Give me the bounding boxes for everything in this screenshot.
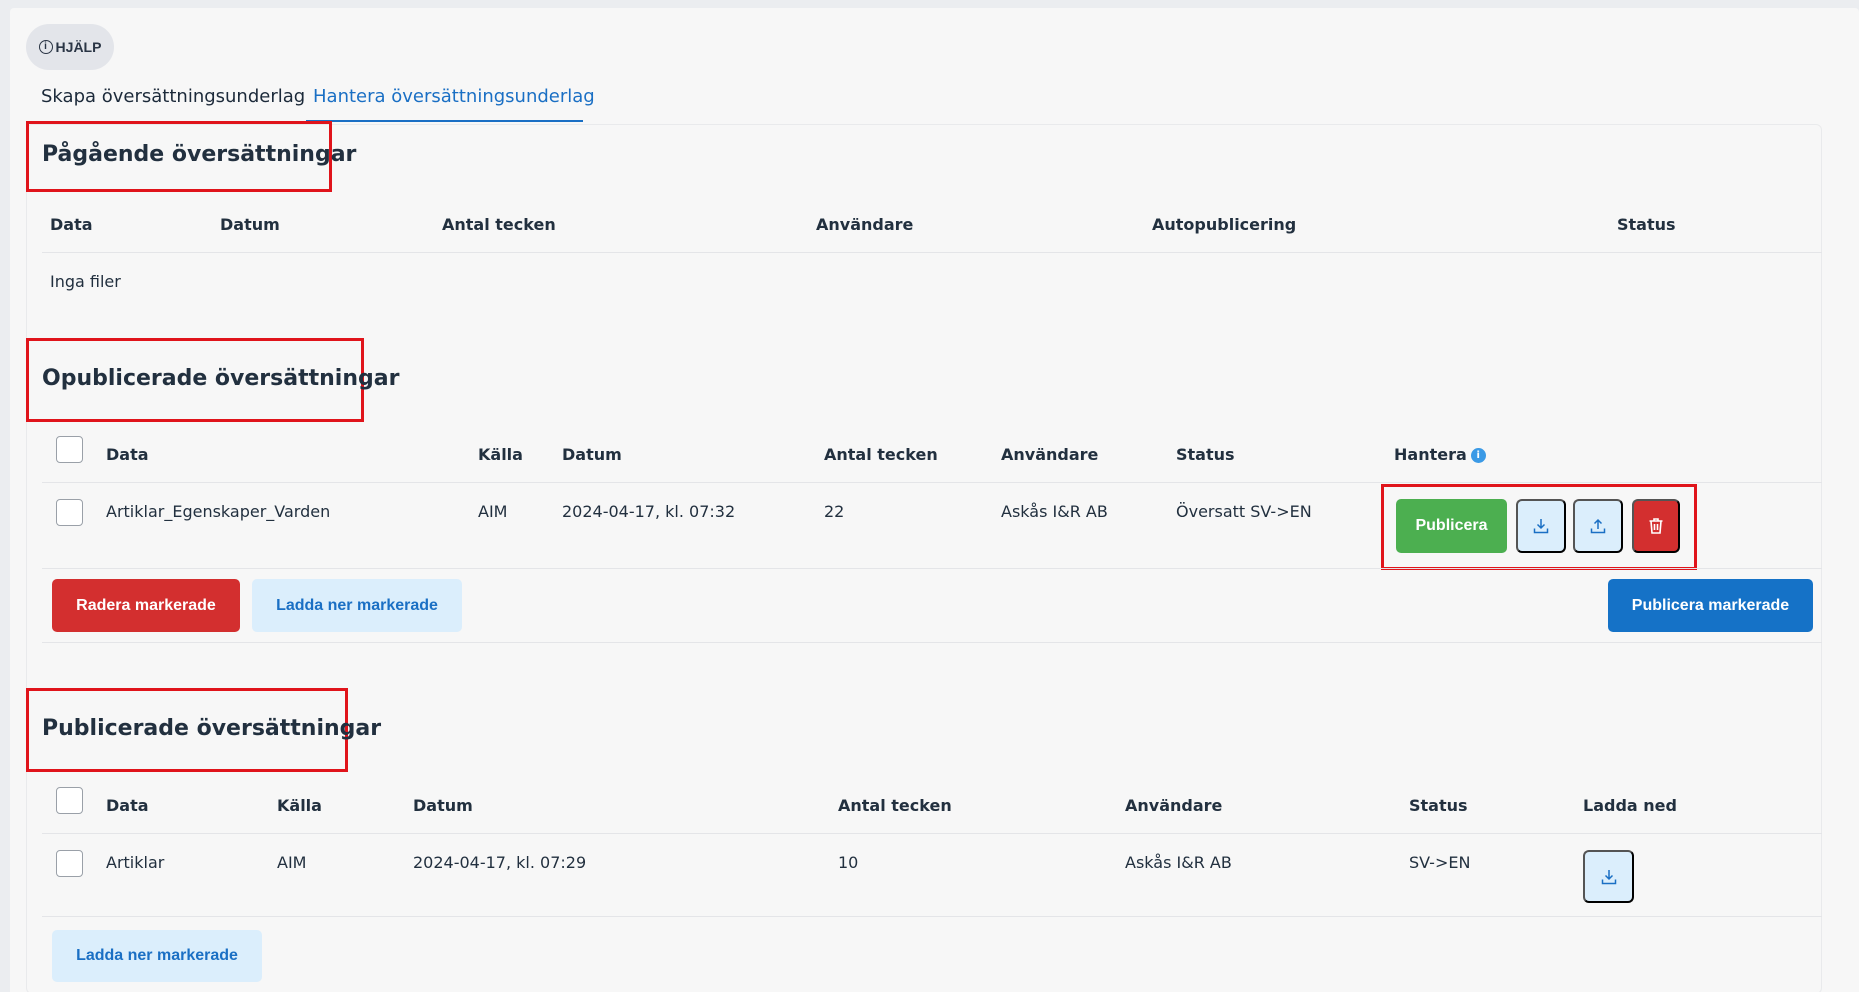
download-icon bbox=[1601, 869, 1616, 884]
download-icon bbox=[1533, 519, 1549, 534]
help-label: HJÄLP bbox=[55, 39, 102, 55]
pub-col-download: Ladda ned bbox=[1583, 796, 1677, 815]
row-checkbox[interactable] bbox=[56, 499, 83, 526]
download-selected-button[interactable]: Ladda ner markerade bbox=[252, 579, 462, 632]
divider bbox=[42, 568, 1822, 569]
published-title: Publicerade översättningar bbox=[42, 716, 382, 741]
row-data: Artiklar bbox=[106, 853, 165, 872]
divider bbox=[42, 642, 1822, 643]
download-selected-button[interactable]: Ladda ner markerade bbox=[52, 930, 262, 982]
publish-button[interactable]: Publicera bbox=[1396, 499, 1507, 553]
info-icon: i bbox=[38, 40, 53, 54]
unpub-col-antal: Antal tecken bbox=[824, 445, 938, 464]
download-button[interactable] bbox=[1583, 850, 1634, 903]
pub-col-status: Status bbox=[1409, 796, 1468, 815]
unpub-col-kalla: Källa bbox=[478, 445, 523, 464]
pub-col-antal: Antal tecken bbox=[838, 796, 952, 815]
ongoing-col-data: Data bbox=[50, 215, 93, 234]
publish-selected-button[interactable]: Publicera markerade bbox=[1608, 579, 1813, 632]
row-kalla: AIM bbox=[277, 853, 307, 872]
ongoing-title: Pågående översättningar bbox=[42, 142, 357, 167]
divider bbox=[42, 482, 1822, 483]
pub-col-data: Data bbox=[106, 796, 149, 815]
divider bbox=[42, 252, 1822, 253]
upload-button[interactable] bbox=[1573, 499, 1623, 553]
unpub-col-anvandare: Användare bbox=[1001, 445, 1099, 464]
ongoing-col-datum: Datum bbox=[220, 215, 280, 234]
unpub-col-status: Status bbox=[1176, 445, 1235, 464]
divider bbox=[42, 916, 1822, 917]
row-datum: 2024-04-17, kl. 07:32 bbox=[562, 502, 736, 521]
download-button[interactable] bbox=[1516, 499, 1566, 553]
ongoing-col-autopub: Autopublicering bbox=[1152, 215, 1297, 234]
unpub-col-datum: Datum bbox=[562, 445, 622, 464]
tab-create[interactable]: Skapa översättningsunderlag bbox=[41, 86, 305, 122]
row-datum: 2024-04-17, kl. 07:29 bbox=[413, 853, 587, 872]
row-status: Översatt SV->EN bbox=[1176, 502, 1312, 521]
select-all-checkbox[interactable] bbox=[56, 787, 83, 814]
info-icon[interactable]: i bbox=[1470, 448, 1486, 463]
pub-col-anvandare: Användare bbox=[1125, 796, 1223, 815]
delete-selected-button[interactable]: Radera markerade bbox=[52, 579, 240, 632]
select-all-checkbox[interactable] bbox=[56, 436, 83, 463]
ongoing-col-status: Status bbox=[1617, 215, 1676, 234]
row-kalla: AIM bbox=[478, 502, 508, 521]
row-anvandare: Askås I&R AB bbox=[1125, 853, 1232, 872]
trash-icon bbox=[1649, 518, 1663, 534]
row-anvandare: Askås I&R AB bbox=[1001, 502, 1108, 521]
unpub-col-data: Data bbox=[106, 445, 149, 464]
unpub-col-hantera: Hantera i bbox=[1394, 445, 1486, 464]
unpublished-title: Opublicerade översättningar bbox=[42, 366, 400, 391]
ongoing-col-antal: Antal tecken bbox=[442, 215, 556, 234]
help-button[interactable]: i HJÄLP bbox=[26, 24, 114, 70]
row-antal: 22 bbox=[824, 502, 845, 521]
row-data: Artiklar_Egenskaper_Varden bbox=[106, 502, 331, 521]
empty-state-text: Inga filer bbox=[50, 272, 121, 291]
tab-manage[interactable]: Hantera översättningsunderlag bbox=[306, 86, 595, 122]
upload-icon bbox=[1590, 518, 1606, 534]
row-status: SV->EN bbox=[1409, 853, 1471, 872]
divider bbox=[42, 833, 1822, 834]
pub-col-datum: Datum bbox=[413, 796, 473, 815]
row-checkbox[interactable] bbox=[56, 850, 83, 877]
delete-button[interactable] bbox=[1632, 499, 1680, 553]
ongoing-col-anvandare: Användare bbox=[816, 215, 914, 234]
row-antal: 10 bbox=[838, 853, 859, 872]
pub-col-kalla: Källa bbox=[277, 796, 322, 815]
hantera-label: Hantera bbox=[1394, 445, 1467, 464]
